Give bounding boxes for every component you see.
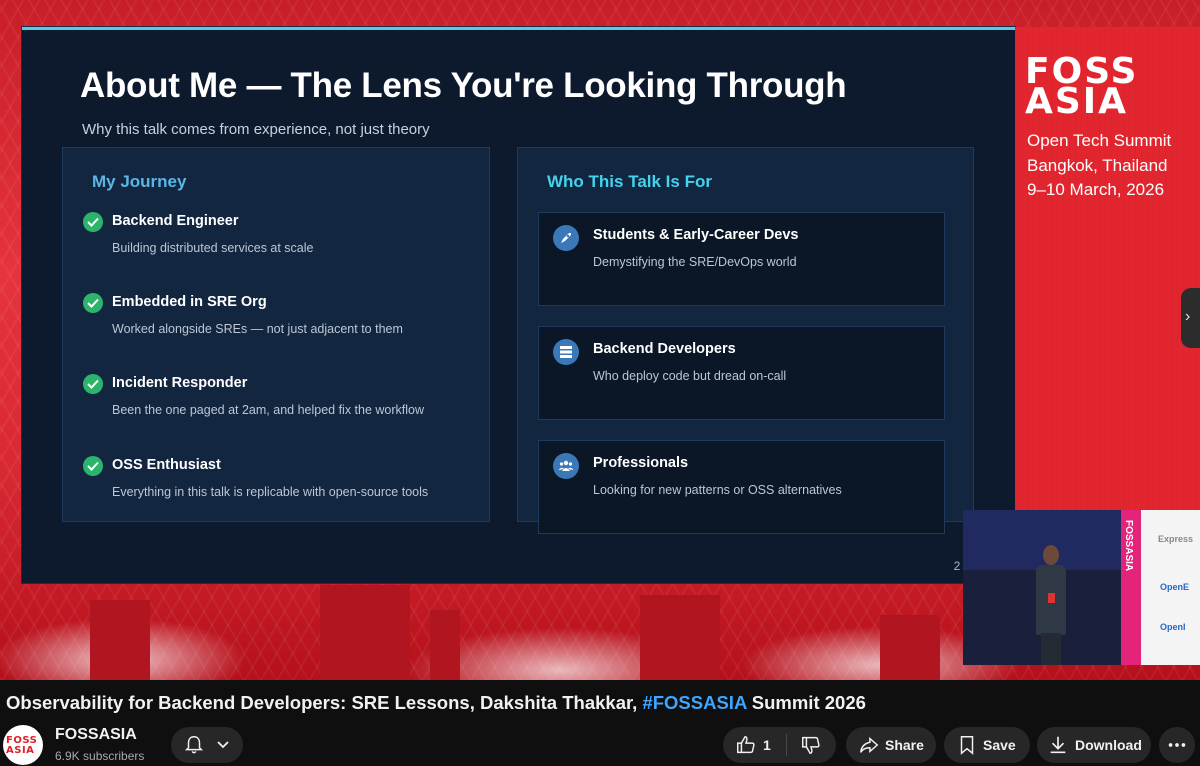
fossasia-brand-panel: FOSS ASIA Open Tech Summit Bangkok, Thai… (1015, 27, 1200, 583)
chevron-down-icon (217, 741, 229, 749)
people-icon (553, 453, 579, 479)
event-location: Bangkok, Thailand (1027, 156, 1168, 175)
like-dislike-group: 1 (723, 727, 836, 763)
temple-silhouette (430, 610, 460, 680)
audience-card: Students & Early-Career Devs Demystifyin… (538, 212, 945, 306)
journey-item-desc: Been the one paged at 2am, and helped fi… (112, 403, 425, 417)
subscriber-count: 6.9K subscribers (55, 749, 145, 763)
check-icon (83, 293, 103, 313)
journey-item-title: Incident Responder (112, 375, 248, 391)
audience-card-title: Professionals (593, 455, 689, 471)
download-icon (1050, 736, 1066, 754)
journey-item-desc: Building distributed services at scale (112, 241, 314, 255)
notification-bell-button[interactable] (171, 727, 243, 763)
audience-card: Professionals Looking for new patterns o… (538, 440, 945, 534)
journey-item-title: Embedded in SRE Org (112, 294, 267, 310)
fossasia-logo: FOSS ASIA (1025, 51, 1139, 122)
event-name: Open Tech Summit (1027, 131, 1172, 150)
server-icon (553, 339, 579, 365)
rocket-icon (553, 225, 579, 251)
share-icon (860, 736, 879, 754)
sponsor-text: OpenE (1160, 582, 1190, 592)
check-icon (83, 374, 103, 394)
journey-panel: My Journey Backend Engineer Building dis… (62, 147, 490, 522)
next-arrow-button[interactable]: › (1181, 288, 1200, 348)
bell-icon (184, 736, 204, 754)
like-count: 1 (763, 737, 771, 753)
bookmark-icon (960, 736, 974, 755)
chevron-right-icon: › (1185, 308, 1191, 325)
speaker-figure (1031, 545, 1071, 665)
temple-silhouette (320, 585, 410, 680)
thumbs-down-icon (802, 736, 820, 754)
journey-item-title: Backend Engineer (112, 213, 239, 229)
slide-subtitle: Why this talk comes from experience, not… (82, 121, 430, 138)
audience-card-desc: Demystifying the SRE/DevOps world (593, 255, 797, 269)
audience-card-title: Students & Early-Career Devs (593, 227, 799, 243)
sponsor-text: Express (1158, 534, 1194, 544)
audience-card: Backend Developers Who deploy code but d… (538, 326, 945, 420)
audience-card-desc: Looking for new patterns or OSS alternat… (593, 483, 842, 497)
more-actions-button[interactable] (1159, 727, 1195, 763)
save-button[interactable]: Save (944, 727, 1030, 763)
journey-item-desc: Everything in this talk is replicable wi… (112, 485, 429, 499)
check-icon (83, 212, 103, 232)
check-icon (83, 456, 103, 476)
download-button[interactable]: Download (1037, 727, 1151, 763)
channel-avatar[interactable]: FOSS ASIA (3, 725, 43, 765)
audience-card-desc: Who deploy code but dread on-call (593, 369, 787, 383)
temple-silhouette (880, 615, 940, 680)
slide-title: About Me — The Lens You're Looking Throu… (80, 66, 847, 105)
audience-panel: Who This Talk Is For Students & Early-Ca… (517, 147, 974, 534)
more-horizontal-icon (1168, 743, 1186, 747)
divider (786, 734, 787, 756)
audience-card-title: Backend Developers (593, 341, 736, 357)
hashtag-link[interactable]: #FOSSASIA (642, 692, 746, 713)
event-dates: 9–10 March, 2026 (1027, 180, 1165, 199)
youtube-watch-page: About Me — The Lens You're Looking Throu… (0, 0, 1200, 766)
journey-heading: My Journey (92, 172, 187, 191)
presentation-slide: About Me — The Lens You're Looking Throu… (22, 27, 1015, 583)
speaker-camera-inset: FOSSASIA Express OpenE OpenI (963, 510, 1200, 665)
banner-text: FOSSASIA (1123, 520, 1134, 572)
share-button[interactable]: Share (846, 727, 936, 763)
video-player[interactable]: About Me — The Lens You're Looking Throu… (0, 0, 1200, 680)
audience-heading: Who This Talk Is For (547, 172, 712, 191)
thumbs-up-icon (737, 736, 755, 754)
journey-item-title: OSS Enthusiast (112, 457, 221, 473)
temple-silhouette (640, 595, 720, 680)
journey-item-desc: Worked alongside SREs — not just adjacen… (112, 322, 403, 336)
channel-name[interactable]: FOSSASIA (55, 726, 137, 744)
temple-silhouette (90, 600, 150, 680)
video-title: Observability for Backend Developers: SR… (6, 692, 866, 713)
sponsor-text: OpenI (1160, 622, 1186, 632)
